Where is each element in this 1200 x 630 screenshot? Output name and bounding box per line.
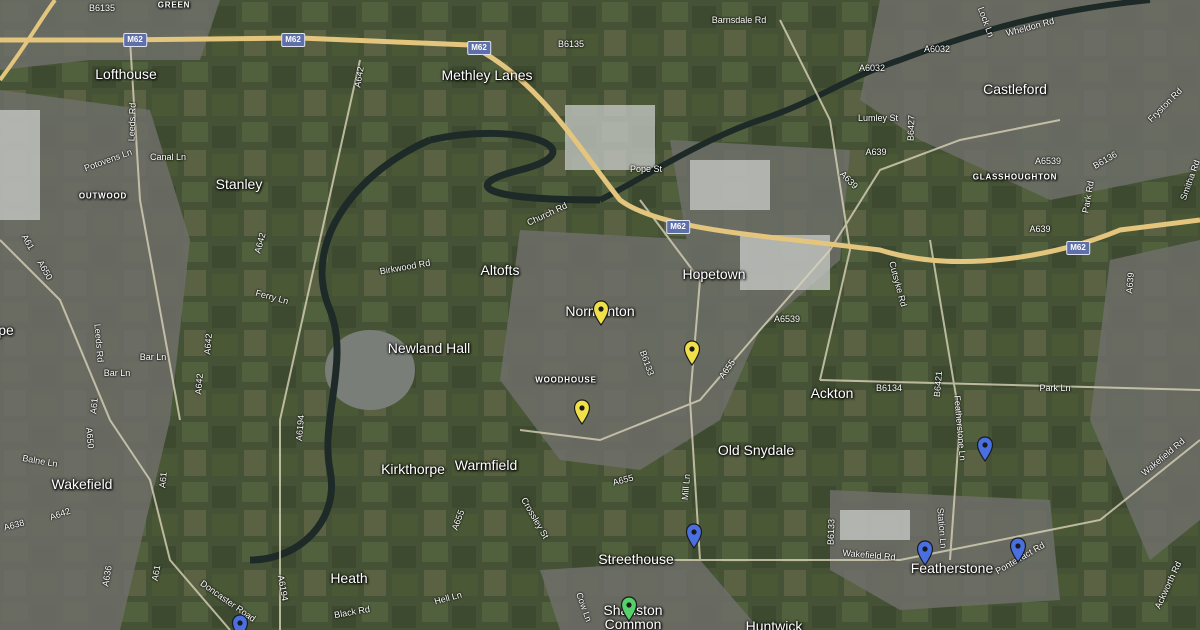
road-label: Bar Ln [103, 368, 131, 378]
satellite-map[interactable]: Lofthouse Methley Lanes Castleford Stanl… [0, 0, 1200, 630]
place-methley-lanes: Methley Lanes [441, 67, 533, 83]
road-label: A639 [1124, 272, 1136, 294]
road-label: A6032 [858, 63, 886, 73]
road-label: A650 [84, 427, 96, 449]
place-outwood: OUTWOOD [78, 191, 128, 201]
place-castleford: Castleford [983, 81, 1047, 97]
road-label: Bar Ln [139, 352, 167, 362]
road-label: A639 [1029, 224, 1051, 234]
place-heath: Heath [330, 570, 368, 586]
road-label: B6135 [88, 3, 116, 13]
road-label: Leeds Rd [126, 102, 138, 142]
place-ackton: Ackton [810, 385, 854, 401]
place-lofthouse: Lofthouse [95, 66, 157, 82]
map-pin-icon [592, 300, 610, 326]
m62-shield: M62 [123, 33, 147, 47]
map-pin-icon [231, 614, 249, 630]
place-warmfield: Warmfield [454, 457, 518, 473]
place-hopetown: Hopetown [682, 266, 746, 282]
place-altofts: Altofts [480, 262, 520, 278]
map-pin-icon [685, 523, 703, 549]
road-label: B6427 [905, 114, 917, 142]
m62-shield: M62 [666, 220, 690, 234]
place-wakefield: Wakefield [51, 476, 113, 492]
map-pin-icon [976, 436, 994, 462]
place-woodhouse: WOODHOUSE [535, 375, 597, 385]
place-newland-hall: Newland Hall [387, 340, 471, 356]
road-label: A61 [157, 471, 169, 489]
pin-yellow-woodhouse[interactable] [573, 399, 591, 425]
road-label: Lumley St [857, 113, 899, 123]
map-pin-icon [1009, 537, 1027, 563]
pin-blue-streethouse[interactable] [685, 523, 703, 549]
pin-yellow-east[interactable] [683, 340, 701, 366]
map-pin-icon [916, 540, 934, 566]
road-label: A6539 [1034, 156, 1062, 166]
place-glasshoughton: GLASSHOUGHTON [972, 172, 1058, 182]
m62-shield: M62 [281, 33, 305, 47]
place-green: GREEN [157, 0, 191, 10]
place-kirkthorpe: Kirkthorpe [381, 461, 445, 477]
m62-shield: M62 [1066, 241, 1090, 255]
road-label: A6539 [773, 314, 801, 324]
pin-blue-featherstone[interactable] [916, 540, 934, 566]
road-label: B6133 [825, 518, 837, 546]
place-old-snydale: Old Snydale [717, 442, 795, 458]
place-streethouse: Streethouse [598, 551, 674, 567]
pin-blue-featherstone-ln[interactable] [976, 436, 994, 462]
road-label: B6135 [557, 39, 585, 49]
road-label: A642 [202, 333, 214, 355]
road-label: Park Ln [1039, 383, 1071, 393]
pin-blue-wakefield-south[interactable] [231, 614, 249, 630]
road-label: B6134 [875, 383, 903, 393]
road-label: A61 [88, 397, 100, 415]
place-huntwick: Huntwick [745, 618, 803, 630]
road-label: Canal Ln [149, 152, 187, 162]
map-pin-icon [620, 596, 638, 622]
m62-shield: M62 [467, 41, 491, 55]
map-pin-icon [683, 340, 701, 366]
road-label: Barnsdale Rd [711, 15, 767, 25]
road-label: Pope St [629, 164, 663, 174]
road-label: A642 [193, 373, 205, 395]
pin-green-sharlston[interactable] [620, 596, 638, 622]
pin-yellow-normanton[interactable] [592, 300, 610, 326]
road-label: A6032 [923, 44, 951, 54]
place-stanley: Stanley [215, 176, 263, 192]
place-pe: pe [0, 322, 14, 338]
map-pin-icon [573, 399, 591, 425]
road-label: A639 [865, 147, 887, 157]
pin-blue-pontefract-rd[interactable] [1009, 537, 1027, 563]
